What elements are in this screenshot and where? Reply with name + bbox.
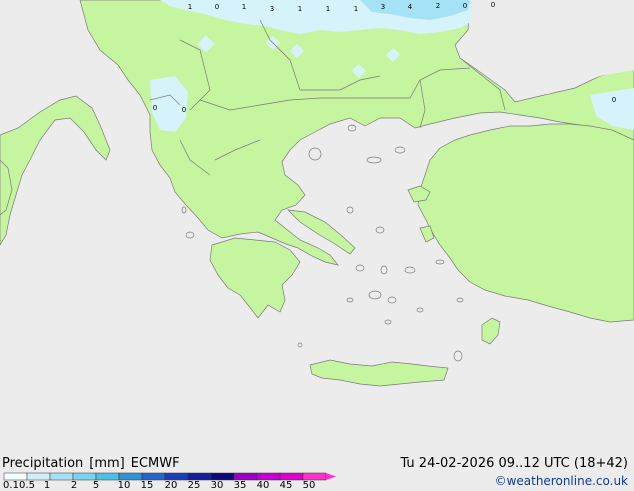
precip-value-label: 0 (612, 96, 616, 104)
precip-value-label: 0 (215, 3, 219, 11)
color-scale-swatch (26, 472, 51, 481)
precip-value-label: 0 (491, 1, 495, 9)
precip-value-label: 0 (153, 104, 157, 112)
color-scale-swatch (187, 472, 212, 481)
color-scale-label: 5 (92, 480, 100, 491)
precip-value-label: 3 (270, 5, 274, 13)
precip-value-label: 4 (408, 3, 413, 11)
precip-value-label: 1 (354, 5, 358, 13)
precip-value-label: 1 (188, 3, 192, 11)
precip-value-label: 0 (463, 2, 467, 10)
color-scale-label: 50 (302, 480, 316, 491)
color-scale-swatch (49, 472, 74, 481)
forecast-map-panel: 1 0 1 3 1 1 1 3 4 2 0 0 0 0 0 Precipitation [mm] ECMWF T… (0, 0, 634, 491)
precip-value-label: 1 (326, 5, 330, 13)
legend-title-unit: [mm] (89, 456, 125, 471)
color-scale-swatch (210, 472, 235, 481)
precip-value-label: 1 (298, 5, 302, 13)
legend-title-model: ECMWF (130, 456, 180, 471)
color-scale-swatch (3, 472, 28, 481)
color-scale-swatch (118, 472, 143, 481)
color-scale-arrow (326, 473, 336, 480)
color-scale-swatch (233, 472, 258, 481)
color-scale-label: 1 (43, 480, 51, 491)
color-scale-swatch (279, 472, 304, 481)
color-scale-swatch (95, 472, 120, 481)
precip-value-label: 3 (381, 3, 385, 11)
forecast-datetime: Tu 24-02-2026 09..12 UTC (18+42) (400, 456, 628, 471)
credit-link[interactable]: ©weatheronline.co.uk (495, 474, 628, 488)
color-scale-swatch (72, 472, 97, 481)
precip-value-label: 2 (436, 2, 440, 10)
color-scale-swatch (141, 472, 166, 481)
precip-value-label: 1 (242, 3, 246, 11)
legend-title-variable: Precipitation (2, 456, 84, 471)
color-scale-swatch (256, 472, 281, 481)
color-scale-swatch (302, 472, 327, 481)
precipitation-map: 1 0 1 3 1 1 1 3 4 2 0 0 0 0 0 (0, 0, 634, 455)
legend-title: Precipitation [mm] ECMWF (2, 456, 186, 471)
precip-value-label: 0 (182, 106, 186, 114)
color-scale-swatch (164, 472, 189, 481)
